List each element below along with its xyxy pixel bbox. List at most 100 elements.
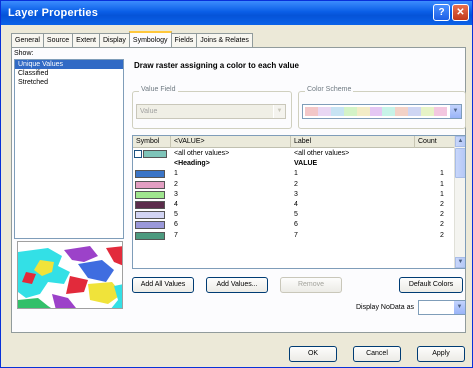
add-all-values-button[interactable]: Add All Values <box>132 277 194 293</box>
row-label: 1 <box>294 170 298 178</box>
table-body: <all other values> <all other values> <H… <box>133 149 455 241</box>
raster-preview-image <box>17 241 123 309</box>
symbol-swatch[interactable] <box>135 180 165 189</box>
all-other-swatch[interactable] <box>143 150 167 158</box>
row-label: 5 <box>294 211 298 219</box>
symbol-swatch[interactable] <box>135 231 165 240</box>
add-values-button[interactable]: Add Values... <box>206 277 268 293</box>
column-count[interactable]: Count <box>415 136 455 148</box>
color-ramp-swatch <box>317 107 331 116</box>
row-label: 3 <box>294 190 298 198</box>
show-item-stretched[interactable]: Stretched <box>15 78 123 87</box>
row-count: 2 <box>440 221 444 229</box>
symbol-swatch[interactable] <box>135 170 165 179</box>
color-ramp <box>305 107 447 116</box>
color-ramp-swatch <box>421 107 435 116</box>
row-value: 4 <box>174 200 178 208</box>
tab-display[interactable]: Display <box>98 33 130 47</box>
help-button[interactable]: ? <box>433 4 450 21</box>
value-field-combo[interactable]: Value ▼ <box>136 104 286 119</box>
row-value: 6 <box>174 221 178 229</box>
heading-value: <Heading> <box>174 160 210 168</box>
show-item-classified[interactable]: Classified <box>15 69 123 78</box>
nodata-label: Display NoData as <box>356 304 414 311</box>
color-scheme-combo[interactable]: ▼ <box>302 104 462 119</box>
scroll-down-button[interactable]: ▼ <box>455 257 465 268</box>
color-ramp-swatch <box>343 107 357 116</box>
row-value: 7 <box>174 231 178 239</box>
tab-symbology[interactable]: Symbology <box>128 31 172 47</box>
title-bar[interactable]: Layer Properties ? ✕ <box>1 1 472 25</box>
color-scheme-group: Color Scheme ▼ <box>298 86 466 129</box>
table-row[interactable]: 5 5 2 <box>133 210 455 220</box>
color-ramp-swatch <box>369 107 383 116</box>
all-other-label: <all other values> <box>294 150 350 157</box>
color-ramp-swatch <box>434 107 447 116</box>
row-count: 1 <box>440 170 444 178</box>
row-value: 1 <box>174 170 178 178</box>
value-field-label: Value Field <box>139 86 178 93</box>
raster-preview-graphic <box>18 242 122 308</box>
default-colors-button[interactable]: Default Colors <box>399 277 463 293</box>
color-ramp-swatch <box>408 107 422 116</box>
chevron-down-icon: ▼ <box>453 301 465 314</box>
table-row-all-other[interactable]: <all other values> <all other values> <box>133 149 455 159</box>
tab-extent[interactable]: Extent <box>72 33 100 47</box>
row-count: 2 <box>440 200 444 208</box>
symbol-swatch[interactable] <box>135 190 165 199</box>
table-row[interactable]: 4 4 2 <box>133 200 455 210</box>
color-ramp-swatch <box>330 107 344 116</box>
tab-source[interactable]: Source <box>42 33 74 47</box>
all-other-checkbox[interactable] <box>134 150 142 158</box>
nodata-color-combo[interactable]: ▼ <box>418 300 466 315</box>
chevron-down-icon: ▼ <box>273 105 285 118</box>
row-value: 5 <box>174 211 178 219</box>
chevron-down-icon: ▼ <box>449 105 461 118</box>
table-row[interactable]: 1 1 1 <box>133 169 455 179</box>
show-item-unique-values[interactable]: Unique Values <box>15 60 123 69</box>
row-count: 1 <box>440 190 444 198</box>
column-symbol[interactable]: Symbol <box>133 136 171 148</box>
remove-button[interactable]: Remove <box>280 277 342 293</box>
tab-general[interactable]: General <box>11 33 44 47</box>
symbol-swatch[interactable] <box>135 221 165 230</box>
row-label: 4 <box>294 200 298 208</box>
help-icon: ? <box>438 7 445 18</box>
values-table: Symbol <VALUE> Label Count <all other va… <box>132 135 466 269</box>
close-icon: ✕ <box>456 7 465 18</box>
symbology-heading: Draw raster assigning a color to each va… <box>134 61 299 70</box>
chevron-up-icon: ▲ <box>457 138 464 144</box>
table-header: Symbol <VALUE> Label Count <box>133 136 455 148</box>
all-other-value: <all other values> <box>174 150 230 157</box>
tab-joins-relates[interactable]: Joins & Relates <box>196 33 253 47</box>
show-list[interactable]: Unique Values Classified Stretched <box>14 59 124 239</box>
color-ramp-swatch <box>382 107 396 116</box>
color-ramp-swatch <box>395 107 409 116</box>
scroll-up-button[interactable]: ▲ <box>455 136 465 147</box>
symbol-swatch[interactable] <box>135 200 165 209</box>
layer-properties-window: Layer Properties ? ✕ General Source Exte… <box>0 0 473 368</box>
row-value: 2 <box>174 180 178 188</box>
column-value[interactable]: <VALUE> <box>171 136 291 148</box>
scroll-thumb[interactable] <box>455 148 465 178</box>
symbol-swatch[interactable] <box>135 211 165 220</box>
table-scrollbar[interactable]: ▲ ▼ <box>454 136 465 268</box>
table-row[interactable]: 3 3 1 <box>133 190 455 200</box>
table-row[interactable]: 2 2 1 <box>133 180 455 190</box>
ok-button[interactable]: OK <box>289 346 337 362</box>
close-button[interactable]: ✕ <box>452 4 469 21</box>
table-row-heading[interactable]: <Heading> VALUE <box>133 159 455 169</box>
row-label: 6 <box>294 221 298 229</box>
table-row[interactable]: 6 6 2 <box>133 220 455 230</box>
show-label: Show: <box>14 50 34 57</box>
tab-strip: General Source Extent Display Symbology … <box>11 31 253 47</box>
column-label[interactable]: Label <box>291 136 415 148</box>
cancel-button[interactable]: Cancel <box>353 346 401 362</box>
value-field-value: Value <box>140 108 158 115</box>
table-row[interactable]: 7 7 2 <box>133 231 455 241</box>
row-count: 2 <box>440 231 444 239</box>
color-ramp-swatch <box>305 107 318 116</box>
tab-fields[interactable]: Fields <box>170 33 198 47</box>
apply-button[interactable]: Apply <box>417 346 465 362</box>
row-count: 1 <box>440 180 444 188</box>
